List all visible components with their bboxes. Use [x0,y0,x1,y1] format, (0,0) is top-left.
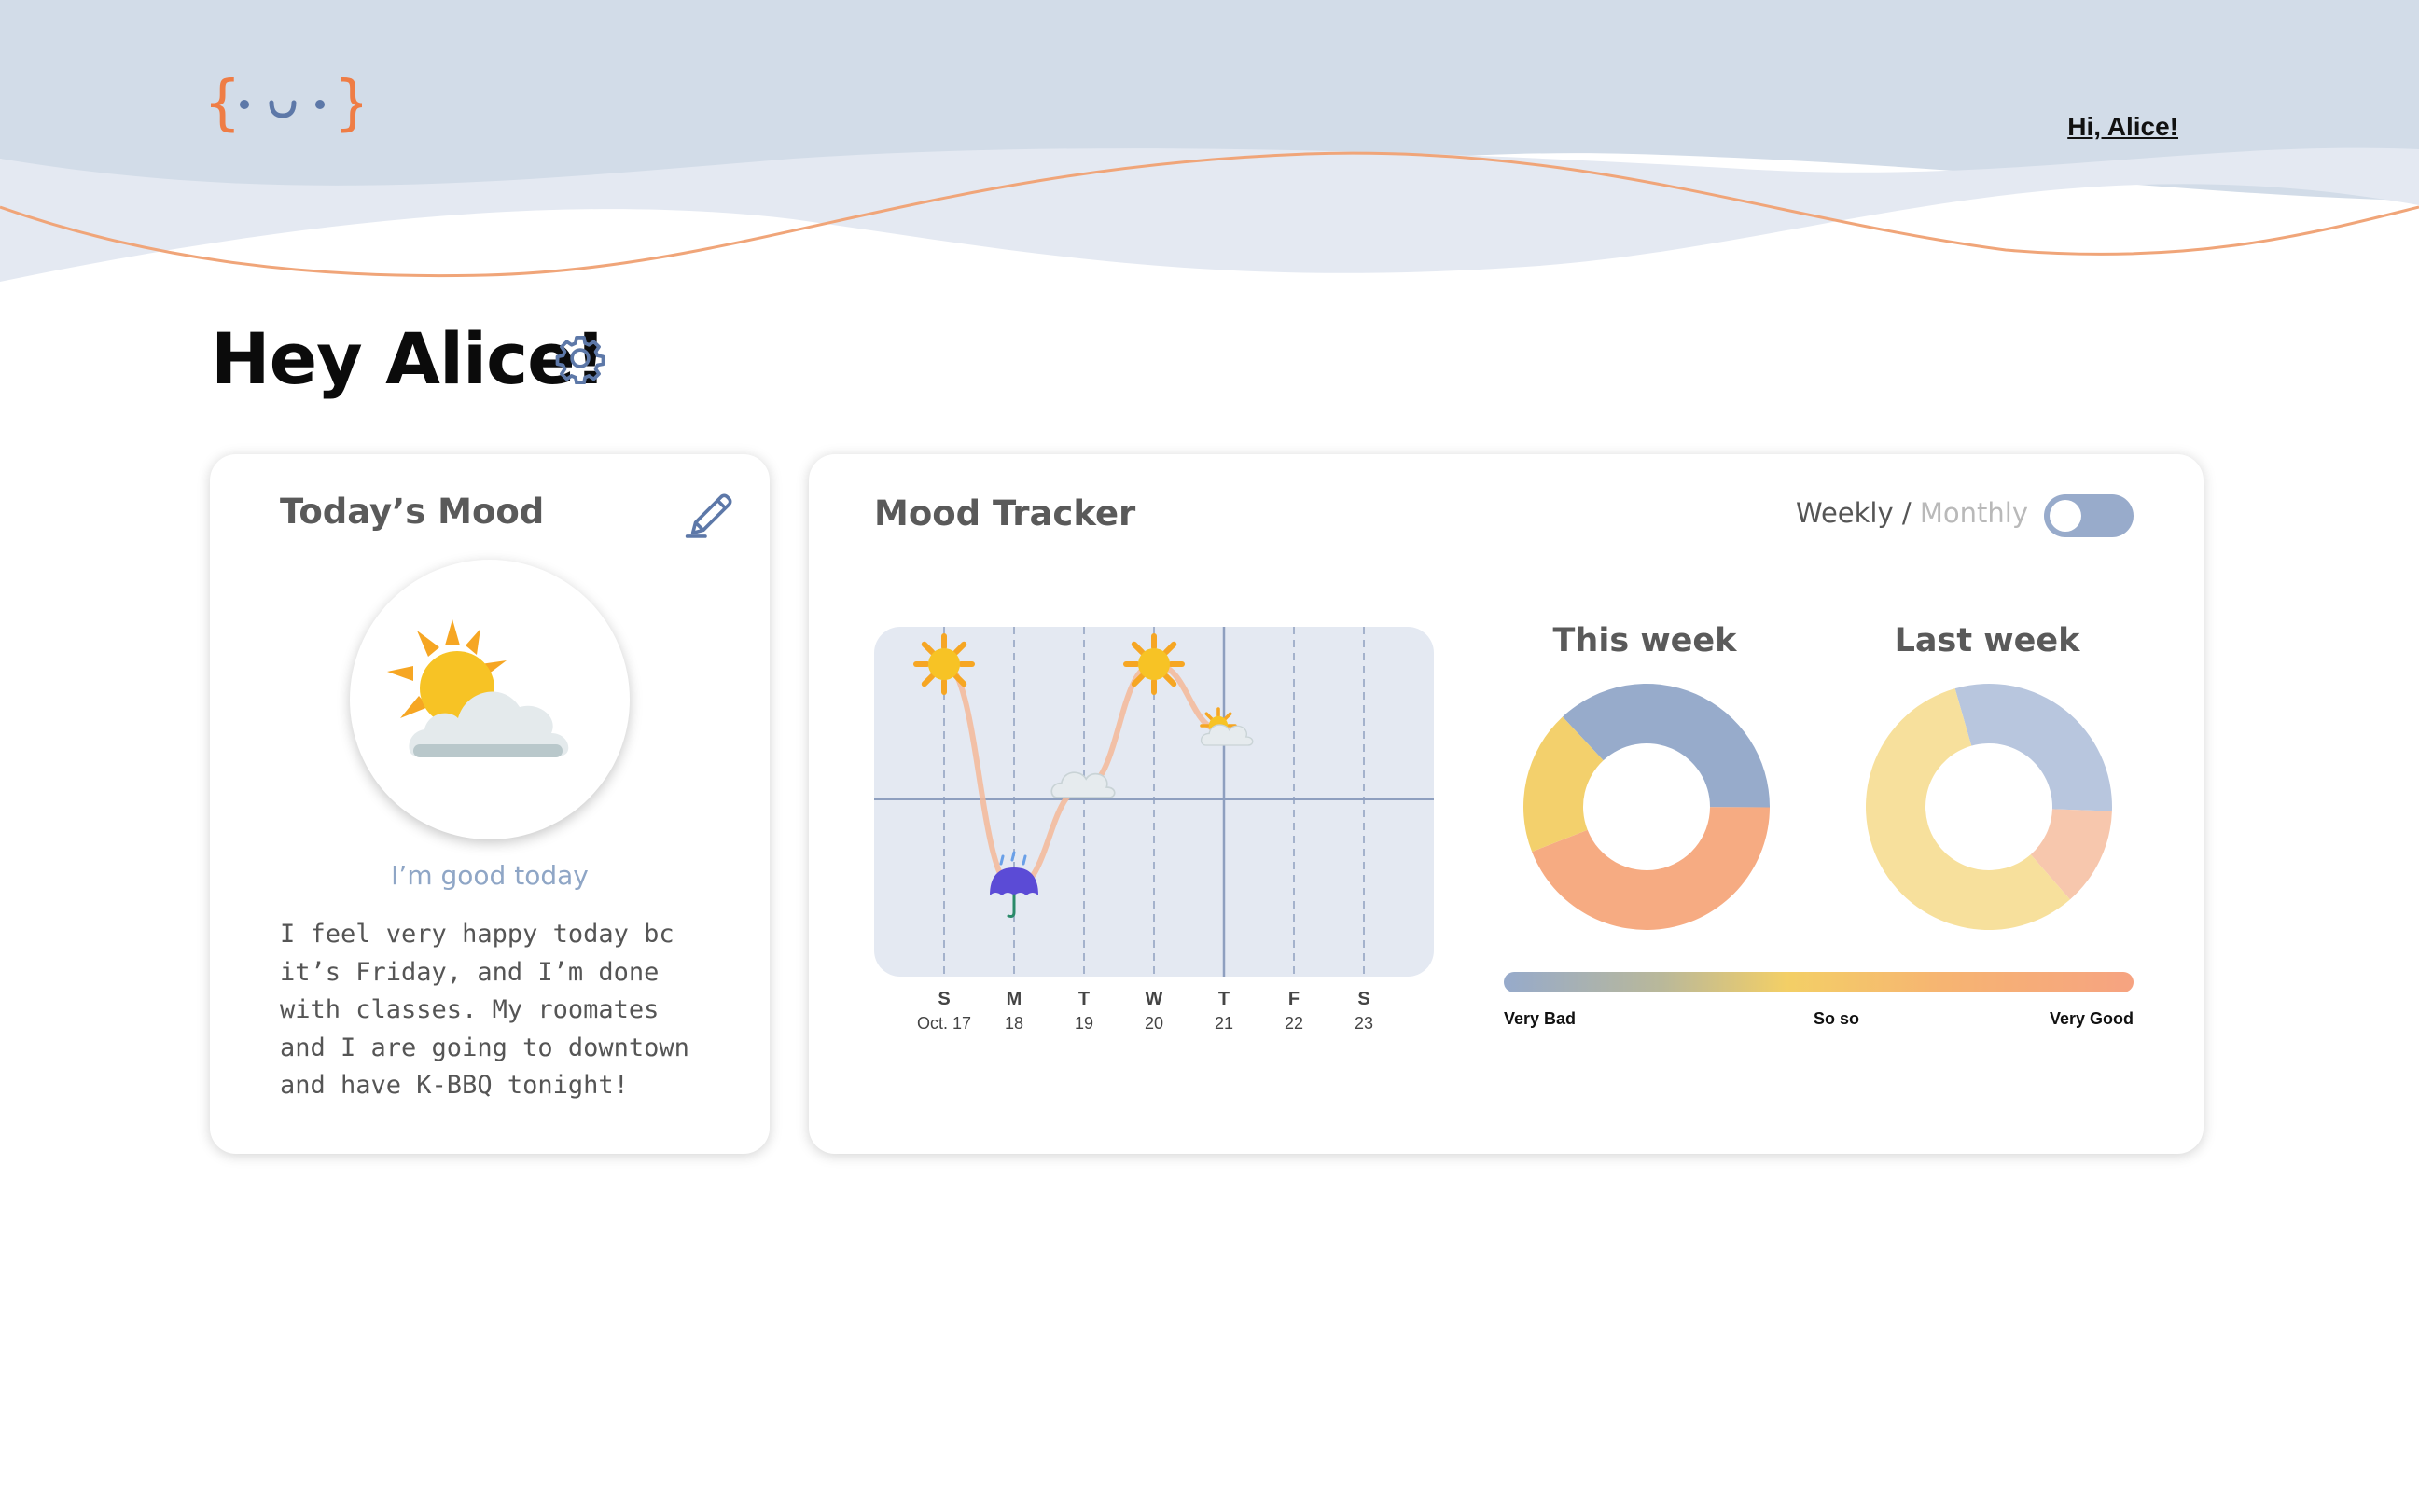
last-week-donut-chart [1866,684,2112,930]
header-wave-background [0,0,2419,282]
sun-icon[interactable] [1123,633,1185,695]
todays-mood-title: Today’s Mood [280,492,545,532]
gear-icon[interactable] [554,332,606,384]
x-tick-date: 22 [1285,1014,1303,1033]
mood-journal-note: I feel very happy today bc it’s Friday, … [280,920,689,1100]
svg-text:}: } [334,69,362,138]
x-tick-day: W [1146,989,1163,1009]
x-tick-day: T [1218,989,1230,1009]
mood-color-scale [1504,972,2134,992]
donut-slice-bad[interactable] [1562,684,1770,808]
toggle-option-weekly[interactable]: Weekly [1796,497,1894,529]
mood-status-text: I’m good today [391,860,589,891]
x-tick-date: 23 [1355,1014,1373,1033]
x-tick-date: 20 [1145,1014,1163,1033]
todays-mood-card: Today’s Mood I’m good today I feel very … [210,454,770,1154]
scale-label-very-good: Very Good [2050,1009,2134,1028]
x-tick-date: 19 [1075,1014,1093,1033]
x-tick-day: S [938,989,950,1009]
weekly-monthly-toggle[interactable] [2044,494,2134,537]
scale-label-so-so: So so [1814,1009,1860,1028]
x-tick-date: Oct. 17 [917,1014,971,1033]
user-greeting-link[interactable]: Hi, Alice! [2067,112,2178,142]
x-tick-day: M [1007,989,1022,1009]
toggle-knob[interactable] [2050,500,2081,532]
toggle-separator: / [1893,497,1920,529]
donut-slice-bad[interactable] [1954,684,2112,811]
mood-tracker-card: Mood Tracker Weekly / Monthly S Oct. 17 M 1… [809,454,2204,1154]
pencil-icon[interactable] [684,488,738,542]
toggle-option-monthly[interactable]: Monthly [1920,497,2028,529]
logo[interactable]: { } [203,67,362,142]
x-tick-day: F [1288,989,1300,1009]
this-week-donut-chart [1523,684,1770,931]
sun-behind-cloud-icon [387,619,569,757]
mood-tracker-title: Mood Tracker [874,493,1136,534]
svg-text:{: { [203,69,242,138]
last-week-title: Last week [1894,622,2080,659]
x-tick-date: 21 [1215,1014,1233,1033]
x-tick-date: 18 [1005,1014,1023,1033]
scale-label-very-bad: Very Bad [1504,1009,1577,1028]
weekly-mood-line-chart: S Oct. 17 M 18 T 19 W 20 T 21 F 22 S 23 [874,627,1434,1033]
page-title: Hey Alice! [211,317,606,400]
toggle-label: Weekly / Monthly [1796,497,2028,529]
todays-weather-circle [350,560,630,839]
this-week-title: This week [1552,622,1737,659]
x-tick-day: T [1078,989,1090,1009]
sun-icon[interactable] [913,633,975,695]
x-tick-day: S [1357,989,1369,1009]
